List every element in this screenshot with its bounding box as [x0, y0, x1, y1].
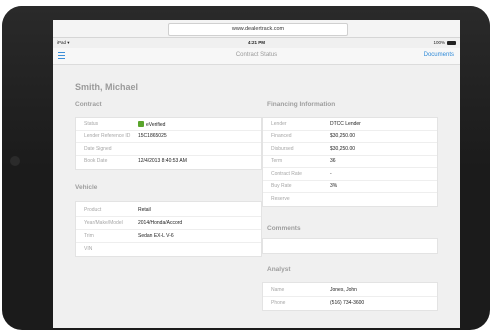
contract-row-lender-ref: Lender Reference ID 15C1865025 — [76, 130, 261, 143]
financing-row-financed: Financed $30,250.00 — [263, 130, 437, 143]
trim-label: Trim — [84, 233, 94, 239]
vehicle-row-ymm: Year/Make/Model 2014/Honda/Accord — [76, 217, 261, 230]
thumbs-up-icon — [138, 121, 144, 127]
reserve-label: Reserve — [271, 196, 290, 202]
nav-bar: Contract Status Documents — [53, 48, 460, 65]
customer-name: Smith, Michael — [75, 82, 139, 92]
financed-value: $30,250.00 — [330, 133, 356, 139]
product-label: Product — [84, 207, 102, 213]
financed-label: Financed — [271, 133, 292, 139]
analyst-row-phone: Phone (516) 734-3600 — [263, 297, 437, 309]
status-bar: iPad ▾ 4:21 PM 100% — [53, 38, 460, 48]
analyst-row-name: Name Jones, John — [263, 284, 437, 297]
stage: www.dealertrack.com iPad ▾ 4:21 PM 100% … — [0, 0, 495, 330]
analyst-phone-label: Phone — [271, 300, 286, 306]
battery-indicator: 100% — [433, 40, 456, 45]
financing-card: Lender DTCC Lender Financed $30,250.00 D… — [262, 117, 438, 207]
analyst-section-title: Analyst — [267, 266, 291, 273]
financing-row-reserve: Reserve — [263, 193, 437, 205]
analyst-phone-value[interactable]: (516) 734-3600 — [330, 300, 364, 306]
buy-rate-value: 3% — [330, 183, 338, 189]
term-label: Term — [271, 158, 283, 164]
vehicle-card: Product Retail Year/Make/Model 2014/Hond… — [75, 201, 262, 257]
book-date-label: Book Date — [84, 158, 108, 164]
vehicle-section-title: Vehicle — [75, 184, 98, 191]
contract-rate-value: - — [330, 171, 332, 177]
contract-section-title: Contract — [75, 101, 102, 108]
ymm-label: Year/Make/Model — [84, 220, 123, 226]
product-value: Retail — [138, 207, 151, 213]
comments-section-title: Comments — [267, 225, 301, 232]
status-text: eVerified — [146, 122, 166, 128]
financing-row-buy-rate: Buy Rate 3% — [263, 180, 437, 193]
analyst-name-value: Jones, John — [330, 287, 357, 293]
page-title: Contract Status — [235, 52, 278, 58]
analyst-name-label: Name — [271, 287, 285, 293]
app-screen: www.dealertrack.com iPad ▾ 4:21 PM 100% … — [53, 20, 460, 328]
buy-rate-label: Buy Rate — [271, 183, 292, 189]
lender-ref-value: 15C1865025 — [138, 133, 167, 139]
analyst-card: Name Jones, John Phone (516) 734-3600 — [262, 282, 438, 311]
status-label: Status — [84, 121, 99, 127]
contract-card: Status eVerified Lender Reference ID 15C… — [75, 117, 262, 170]
lender-value: DTCC Lender — [330, 121, 361, 127]
status-value: eVerified — [138, 121, 165, 128]
date-signed-label: Date Signed — [84, 146, 112, 152]
vehicle-row-product: Product Retail — [76, 204, 261, 217]
financing-row-term: Term 36 — [263, 155, 437, 168]
lender-ref-label: Lender Reference ID — [84, 133, 131, 139]
book-date-value: 12/4/2013 8:40:53 AM — [138, 158, 187, 164]
contract-row-book-date: Book Date 12/4/2013 8:40:53 AM — [76, 155, 261, 167]
ymm-value: 2014/Honda/Accord — [138, 220, 183, 226]
battery-percent: 100% — [433, 40, 445, 45]
lender-label: Lender — [271, 121, 287, 127]
comments-box[interactable] — [262, 238, 438, 254]
clock: 4:21 PM — [247, 40, 265, 45]
browser-bar: www.dealertrack.com — [53, 20, 460, 38]
vehicle-row-vin: VIN — [76, 243, 261, 255]
url-field[interactable]: www.dealertrack.com — [168, 23, 348, 36]
financing-section-title: Financing Information — [267, 101, 336, 108]
battery-icon — [447, 40, 456, 45]
disbursed-label: Disbursed — [271, 146, 294, 152]
vehicle-row-trim: Trim Sedan EX-L V-6 — [76, 230, 261, 243]
term-value: 36 — [330, 158, 336, 164]
vin-label: VIN — [84, 246, 93, 252]
camera-dot — [10, 156, 20, 166]
contract-rate-label: Contract Rate — [271, 171, 302, 177]
documents-button[interactable]: Documents — [424, 52, 454, 58]
disbursed-value: $30,250.00 — [330, 146, 356, 152]
trim-value: Sedan EX-L V-6 — [138, 233, 174, 239]
